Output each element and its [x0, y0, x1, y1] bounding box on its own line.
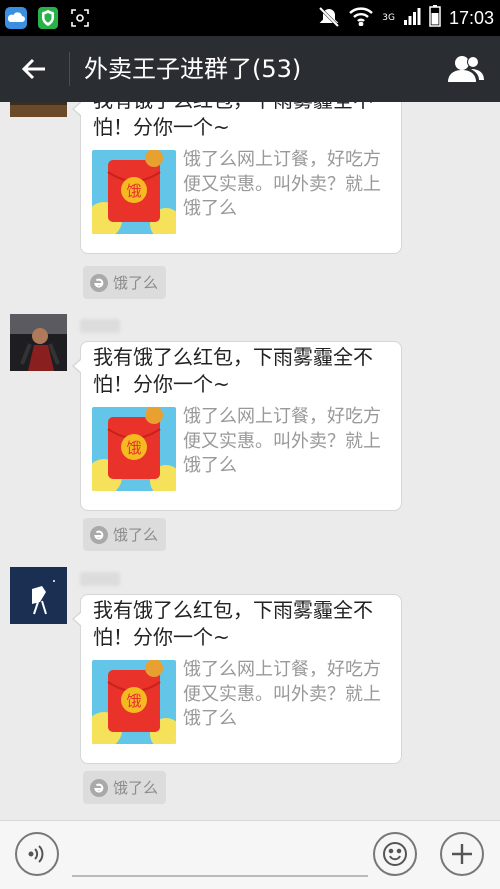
eleme-icon: [90, 525, 108, 544]
avatar[interactable]: [10, 567, 67, 624]
chat-title: 外卖王子进群了(53): [84, 55, 302, 83]
arrow-left-icon: [21, 58, 45, 80]
signal-icon: [403, 7, 421, 29]
voice-icon: [28, 845, 44, 863]
eleme-icon: [90, 273, 108, 292]
message-input[interactable]: [72, 829, 368, 877]
source-label: 饿了么: [113, 274, 159, 292]
message-list[interactable]: 我有饿了么红包，下雨雾霾全不怕！分你一个~ 饿 饿了么网上订餐，好吃方便又实惠。…: [0, 102, 500, 820]
cloud-icon: [4, 6, 28, 30]
message-bubble[interactable]: 我有饿了么红包，下雨雾霾全不怕！分你一个~ 饿 饿了么网上订餐，好吃方便又实惠。…: [72, 102, 402, 254]
group-members-button[interactable]: [446, 50, 486, 88]
header-divider: [69, 52, 70, 86]
thumb-text: 饿: [126, 439, 141, 457]
mute-icon: [318, 5, 340, 31]
shield-icon: [36, 6, 60, 30]
sender-name: [80, 572, 120, 586]
status-bar: 3G 17:03: [0, 0, 500, 36]
source-tag[interactable]: 饿了么: [83, 266, 166, 299]
input-bar: [0, 820, 500, 889]
screenshot-icon: [68, 6, 92, 30]
emoji-button[interactable]: [373, 832, 417, 876]
wifi-icon: [348, 6, 374, 30]
source-label: 饿了么: [113, 526, 159, 544]
red-packet-thumbnail: 饿: [92, 660, 176, 744]
message-title: 我有饿了么红包，下雨雾霾全不怕！分你一个~: [93, 102, 373, 139]
source-tag[interactable]: 饿了么: [83, 771, 166, 804]
avatar[interactable]: [10, 314, 67, 371]
message-bubble[interactable]: 我有饿了么红包，下雨雾霾全不怕！分你一个~ 饿 饿了么网上订餐，好吃方便又实惠。…: [72, 341, 402, 511]
source-tag[interactable]: 饿了么: [83, 518, 166, 551]
source-label: 饿了么: [113, 779, 159, 797]
network-type: 3G: [382, 13, 395, 23]
clock: 17:03: [448, 7, 494, 28]
group-members-icon: [448, 56, 484, 82]
more-button[interactable]: [440, 832, 484, 876]
thumb-text: 饿: [126, 182, 141, 200]
message-description: 饿了么网上订餐，好吃方便又实惠。叫外卖？就上饿了么: [183, 406, 381, 476]
avatar[interactable]: [10, 102, 67, 117]
message-description: 饿了么网上订餐，好吃方便又实惠。叫外卖？就上饿了么: [183, 659, 381, 729]
voice-button[interactable]: [15, 832, 59, 876]
emoji-icon: [383, 842, 407, 866]
message-title: 我有饿了么红包，下雨雾霾全不怕！分你一个~: [93, 345, 373, 396]
red-packet-thumbnail: 饿: [92, 407, 176, 491]
chat-header: 外卖王子进群了(53): [0, 36, 500, 102]
message-title: 我有饿了么红包，下雨雾霾全不怕！分你一个~: [93, 598, 373, 649]
thumb-text: 饿: [126, 692, 141, 710]
battery-icon: [429, 5, 441, 31]
message-bubble[interactable]: 我有饿了么红包，下雨雾霾全不怕！分你一个~ 饿 饿了么网上订餐，好吃方便又实惠。…: [72, 594, 402, 764]
message-description: 饿了么网上订餐，好吃方便又实惠。叫外卖？就上饿了么: [183, 149, 381, 219]
plus-icon: [452, 844, 472, 864]
eleme-icon: [90, 778, 108, 797]
red-packet-thumbnail: 饿: [92, 150, 176, 234]
sender-name: [80, 319, 120, 333]
back-button[interactable]: [14, 49, 54, 89]
